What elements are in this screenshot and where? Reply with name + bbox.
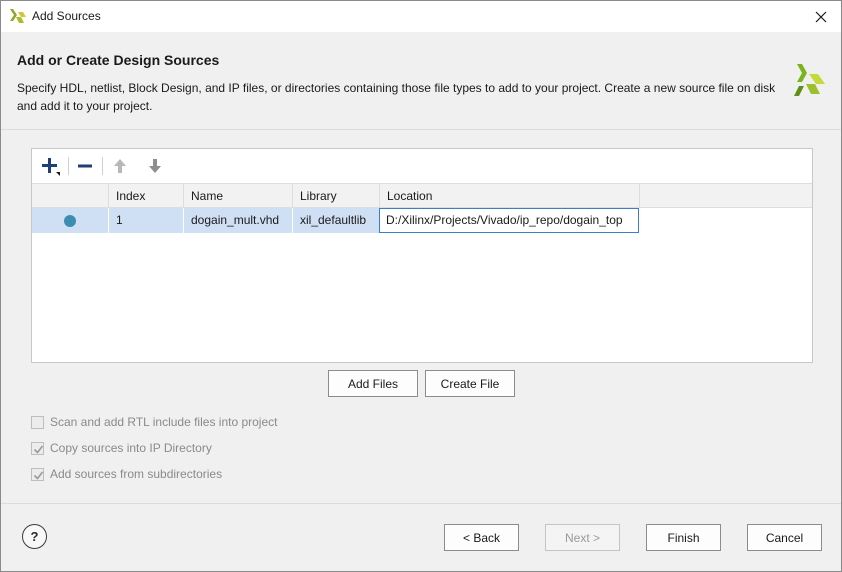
help-button[interactable]: ? bbox=[22, 524, 47, 549]
column-header-index[interactable]: Index bbox=[108, 184, 183, 208]
toolbar-separator bbox=[102, 157, 103, 175]
option-label: Add sources from subdirectories bbox=[50, 467, 223, 481]
arrow-down-icon bbox=[149, 159, 161, 173]
next-button: Next > bbox=[545, 524, 620, 551]
dialog-header: Add or Create Design Sources Specify HDL… bbox=[1, 32, 841, 124]
index-cell: 1 bbox=[108, 208, 183, 233]
add-files-button[interactable]: Add Files bbox=[328, 370, 418, 397]
status-dot-icon bbox=[64, 215, 76, 227]
checkbox[interactable] bbox=[31, 441, 44, 455]
toolbar-separator bbox=[68, 157, 69, 175]
add-source-button[interactable] bbox=[38, 155, 62, 177]
xilinx-logo-icon bbox=[794, 64, 825, 96]
option-label: Scan and add RTL include files into proj… bbox=[50, 415, 278, 429]
finish-button[interactable]: Finish bbox=[646, 524, 721, 551]
add-sources-dialog: Add Sources Add or Create Design Sources… bbox=[0, 0, 842, 572]
back-button[interactable]: < Back bbox=[444, 524, 519, 551]
location-cell[interactable]: D:/Xilinx/Projects/Vivado/ip_repo/dogain… bbox=[379, 208, 639, 233]
create-file-button[interactable]: Create File bbox=[425, 370, 515, 397]
column-header-status[interactable] bbox=[32, 184, 108, 208]
option-label: Copy sources into IP Directory bbox=[50, 441, 212, 455]
checkmark-icon bbox=[33, 471, 44, 480]
footer-divider bbox=[1, 503, 841, 504]
header-divider bbox=[1, 129, 841, 130]
table-header: Index Name Library Location bbox=[32, 183, 812, 208]
option-scan-rtl-include[interactable]: Scan and add RTL include files into proj… bbox=[31, 414, 277, 430]
remove-source-button[interactable] bbox=[73, 155, 97, 177]
arrow-up-icon bbox=[114, 159, 126, 173]
option-add-subdirectories[interactable]: Add sources from subdirectories bbox=[31, 466, 222, 482]
name-cell: dogain_mult.vhd bbox=[183, 208, 292, 233]
column-header-library[interactable]: Library bbox=[292, 184, 379, 208]
column-header-name[interactable]: Name bbox=[183, 184, 292, 208]
page-description: Specify HDL, netlist, Block Design, and … bbox=[17, 81, 776, 113]
window-title: Add Sources bbox=[32, 9, 101, 23]
minus-icon bbox=[78, 164, 92, 168]
close-icon bbox=[815, 11, 827, 22]
option-copy-sources[interactable]: Copy sources into IP Directory bbox=[31, 440, 212, 456]
sources-table-panel: Index Name Library Location 1 dogain_mul… bbox=[31, 148, 813, 363]
library-cell[interactable]: xil_defaultlib bbox=[292, 208, 379, 233]
xilinx-logo-icon bbox=[10, 9, 26, 23]
title-bar: Add Sources bbox=[1, 1, 841, 32]
table-toolbar bbox=[32, 149, 812, 183]
cancel-button[interactable]: Cancel bbox=[747, 524, 822, 551]
move-down-button[interactable] bbox=[143, 155, 167, 177]
move-up-button[interactable] bbox=[108, 155, 132, 177]
page-title: Add or Create Design Sources bbox=[17, 52, 220, 68]
column-header-location[interactable]: Location bbox=[379, 184, 640, 208]
table-row[interactable]: 1 dogain_mult.vhd xil_defaultlib D:/Xili… bbox=[32, 208, 639, 233]
checkbox[interactable] bbox=[31, 415, 44, 429]
close-button[interactable] bbox=[801, 1, 841, 32]
checkbox[interactable] bbox=[31, 467, 44, 481]
checkmark-icon bbox=[33, 445, 44, 454]
plus-icon bbox=[42, 158, 60, 176]
status-cell bbox=[32, 208, 108, 233]
